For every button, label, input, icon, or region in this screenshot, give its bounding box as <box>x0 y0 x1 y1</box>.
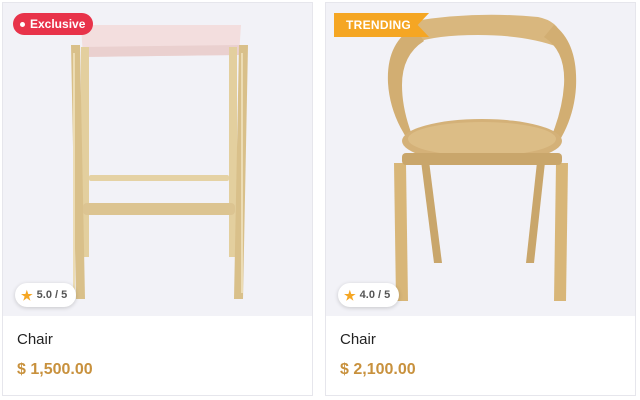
product-name[interactable]: Chair <box>340 331 376 348</box>
product-image[interactable]: TRENDING ★ 4.0 / 5 <box>326 3 635 316</box>
product-price: $ 2,100.00 <box>340 361 416 378</box>
badge-label: Exclusive <box>30 17 86 31</box>
bar-stool-image <box>71 25 248 299</box>
product-card[interactable]: Exclusive ★ 5.0 / 5 Chair $ 1,500.00 <box>2 2 313 396</box>
badge-label: TRENDING <box>346 18 412 32</box>
trending-badge: TRENDING <box>334 13 430 37</box>
rating-badge: ★ 5.0 / 5 <box>15 283 77 307</box>
product-card[interactable]: TRENDING ★ 4.0 / 5 Chair $ 2,100.00 <box>325 2 636 396</box>
rating-badge: ★ 4.0 / 5 <box>338 283 400 307</box>
rating-value: 5.0 / 5 <box>36 289 68 301</box>
dot-icon <box>20 21 25 27</box>
exclusive-badge: Exclusive <box>13 13 94 35</box>
armchair-image <box>387 14 577 301</box>
rating-value: 4.0 / 5 <box>359 289 391 301</box>
star-icon: ★ <box>21 287 33 303</box>
product-image[interactable]: Exclusive ★ 5.0 / 5 <box>3 3 312 316</box>
product-name[interactable]: Chair <box>17 331 53 348</box>
star-icon: ★ <box>344 287 356 303</box>
product-price: $ 1,500.00 <box>17 361 93 378</box>
